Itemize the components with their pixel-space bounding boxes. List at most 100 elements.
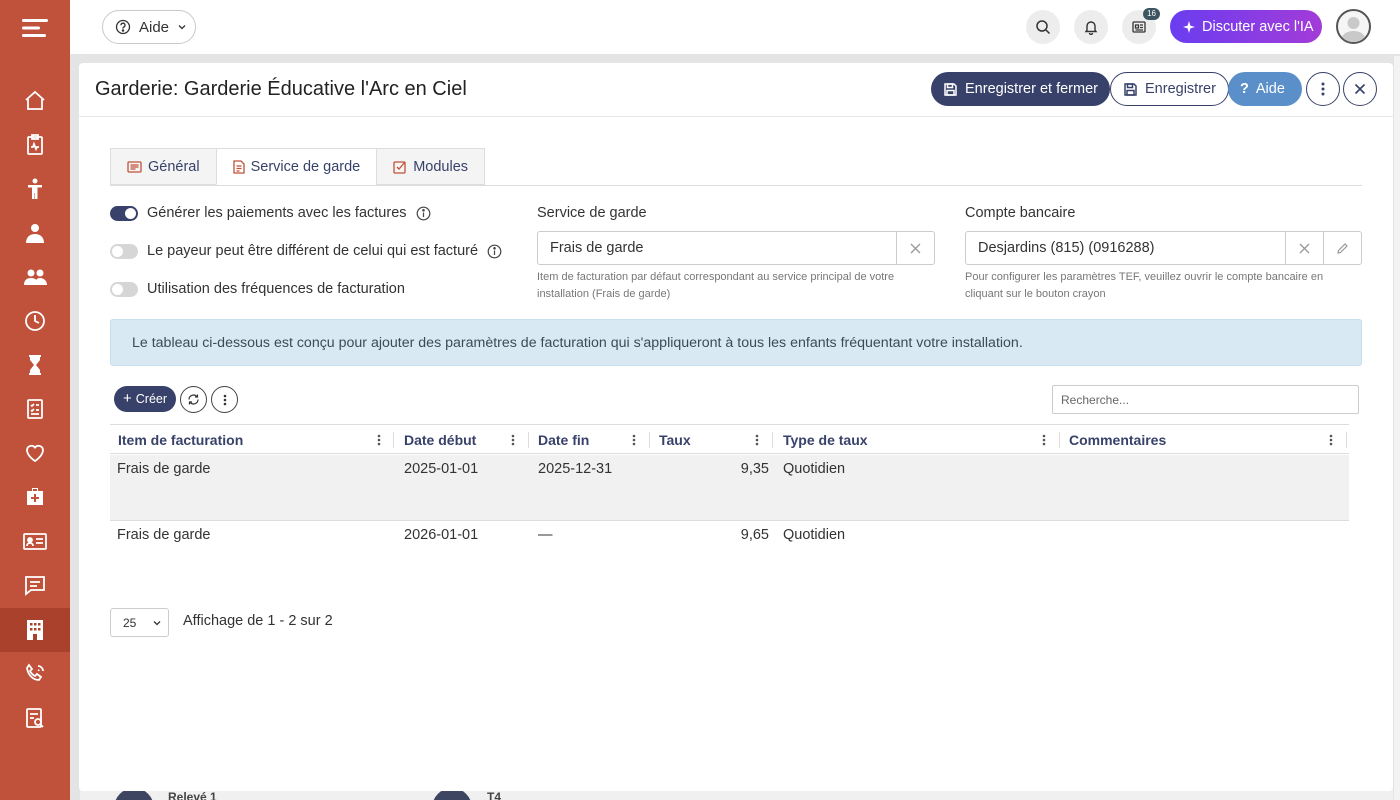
generate-payments-toggle[interactable]: [110, 205, 138, 221]
service-field[interactable]: Frais de garde: [537, 231, 935, 265]
report-icon[interactable]: [0, 696, 70, 740]
clear-service-button[interactable]: [896, 232, 934, 264]
heart-icon[interactable]: [0, 431, 70, 475]
toggle-row-generate-payments: Générer les paiements avec les factures: [110, 205, 431, 221]
column-menu-icon[interactable]: [507, 432, 519, 448]
chat-icon[interactable]: [0, 563, 70, 607]
news-button[interactable]: 16: [1122, 8, 1160, 44]
tab-service-de-garde[interactable]: Service de garde: [215, 148, 378, 185]
close-icon: [1354, 83, 1366, 95]
more-options-button[interactable]: [1306, 72, 1340, 106]
scrollbar[interactable]: [1394, 56, 1400, 800]
tab-general[interactable]: Général: [110, 148, 217, 185]
hourglass-icon[interactable]: [0, 343, 70, 387]
info-icon[interactable]: [487, 244, 502, 259]
column-separator[interactable]: [772, 432, 773, 448]
document-icon: [232, 159, 245, 174]
checkbox-icon: [393, 160, 407, 174]
clear-bank-button[interactable]: [1285, 232, 1323, 264]
billing-frequencies-label: Utilisation des fréquences de facturatio…: [147, 281, 405, 297]
help-button[interactable]: ? Aide: [1228, 72, 1302, 106]
phone-icon[interactable]: [0, 652, 70, 696]
page-title: Garderie: Garderie Éducative l'Arc en Ci…: [95, 78, 467, 100]
group-icon[interactable]: [0, 255, 70, 299]
tab-divider: [110, 185, 1362, 186]
bank-account-field[interactable]: Desjardins (815) (0916288): [965, 231, 1362, 265]
floppy-disk-icon: [943, 82, 958, 97]
table-row[interactable]: Frais de garde 2025-01-01 2025-12-31 9,3…: [110, 455, 1349, 521]
page-size-select[interactable]: 25: [110, 608, 169, 637]
column-separator[interactable]: [649, 432, 650, 448]
ai-chat-button[interactable]: Discuter avec l'IA: [1170, 10, 1322, 43]
payer-different-toggle[interactable]: [110, 243, 138, 259]
cell-date-end: 2025-12-31: [538, 461, 613, 477]
column-menu-icon[interactable]: [1325, 432, 1337, 448]
create-button[interactable]: + Créer: [114, 386, 176, 412]
column-menu-icon[interactable]: [373, 432, 385, 448]
notifications-button[interactable]: [1074, 10, 1108, 44]
column-header[interactable]: Item de facturation: [118, 425, 243, 454]
cell-rate: 9,35: [740, 461, 769, 477]
pencil-icon: [1336, 242, 1349, 255]
chevron-down-icon: [177, 22, 187, 32]
tab-modules[interactable]: Modules: [376, 148, 486, 185]
page-size-value: 25: [123, 615, 137, 630]
table-row[interactable]: Frais de garde 2026-01-01 — 9,65 Quotidi…: [110, 521, 1349, 561]
column-header[interactable]: Taux: [659, 425, 691, 454]
building-icon[interactable]: [0, 608, 70, 652]
save-and-close-button[interactable]: Enregistrer et fermer: [931, 72, 1110, 106]
menu-icon[interactable]: [0, 0, 70, 56]
info-banner-text: Le tableau ci-dessous est conçu pour ajo…: [132, 334, 1023, 351]
grid-options-button[interactable]: [211, 386, 238, 413]
medical-bag-icon[interactable]: [0, 475, 70, 519]
home-icon[interactable]: [0, 79, 70, 123]
cell-rate-type: Quotidien: [783, 461, 846, 477]
plus-icon: +: [122, 390, 132, 407]
column-separator[interactable]: [393, 432, 394, 448]
refresh-button[interactable]: [180, 386, 207, 413]
edit-bank-button[interactable]: [1323, 232, 1361, 264]
cell-rate-type: Quotidien: [783, 527, 846, 543]
help-dropdown[interactable]: Aide: [102, 10, 196, 44]
close-button[interactable]: [1343, 72, 1377, 106]
info-icon[interactable]: [416, 206, 431, 221]
column-header[interactable]: Date fin: [538, 425, 589, 454]
column-separator[interactable]: [1346, 432, 1347, 448]
child-icon[interactable]: [0, 167, 70, 211]
search-input[interactable]: [1052, 385, 1359, 414]
checklist-icon[interactable]: [0, 387, 70, 431]
toggle-row-payer-different: Le payeur peut être différent de celui q…: [110, 243, 502, 259]
column-separator[interactable]: [528, 432, 529, 448]
column-menu-icon[interactable]: [751, 432, 763, 448]
person-icon[interactable]: [0, 211, 70, 255]
clock-icon[interactable]: [0, 299, 70, 343]
bank-field-hint: Pour configurer les paramètres TEF, veui…: [965, 271, 1324, 300]
vertical-dots-icon: [1321, 82, 1325, 96]
column-header[interactable]: Date début: [404, 425, 476, 454]
help-circle-icon: [115, 19, 131, 35]
column-header[interactable]: Type de taux: [783, 425, 868, 454]
save-button[interactable]: Enregistrer: [1110, 72, 1229, 106]
column-header[interactable]: Commentaires: [1069, 425, 1166, 454]
cell-item: Frais de garde: [117, 461, 211, 477]
bank-field-value: Desjardins (815) (0916288): [978, 240, 1155, 256]
newspaper-icon: [1131, 19, 1147, 35]
service-field-label: Service de garde: [537, 205, 647, 221]
grid-header: Item de facturation Date début Date fin …: [110, 424, 1349, 454]
sidebar: [0, 0, 70, 800]
search-button[interactable]: [1026, 10, 1060, 44]
id-card-icon[interactable]: [0, 519, 70, 563]
tab-service-label: Service de garde: [250, 158, 361, 175]
column-separator[interactable]: [1059, 432, 1060, 448]
tab-modules-label: Modules: [413, 158, 469, 175]
notification-badge: 16: [1143, 8, 1160, 20]
column-menu-icon[interactable]: [628, 432, 640, 448]
column-menu-icon[interactable]: [1038, 432, 1050, 448]
info-banner: Le tableau ci-dessous est conçu pour ajo…: [110, 319, 1362, 366]
background-item: T4: [487, 790, 502, 800]
vertical-dots-icon: [223, 394, 227, 406]
save-and-close-label: Enregistrer et fermer: [965, 81, 1098, 97]
billing-frequencies-toggle[interactable]: [110, 281, 138, 297]
avatar[interactable]: [1336, 9, 1371, 44]
clipboard-icon[interactable]: [0, 123, 70, 167]
